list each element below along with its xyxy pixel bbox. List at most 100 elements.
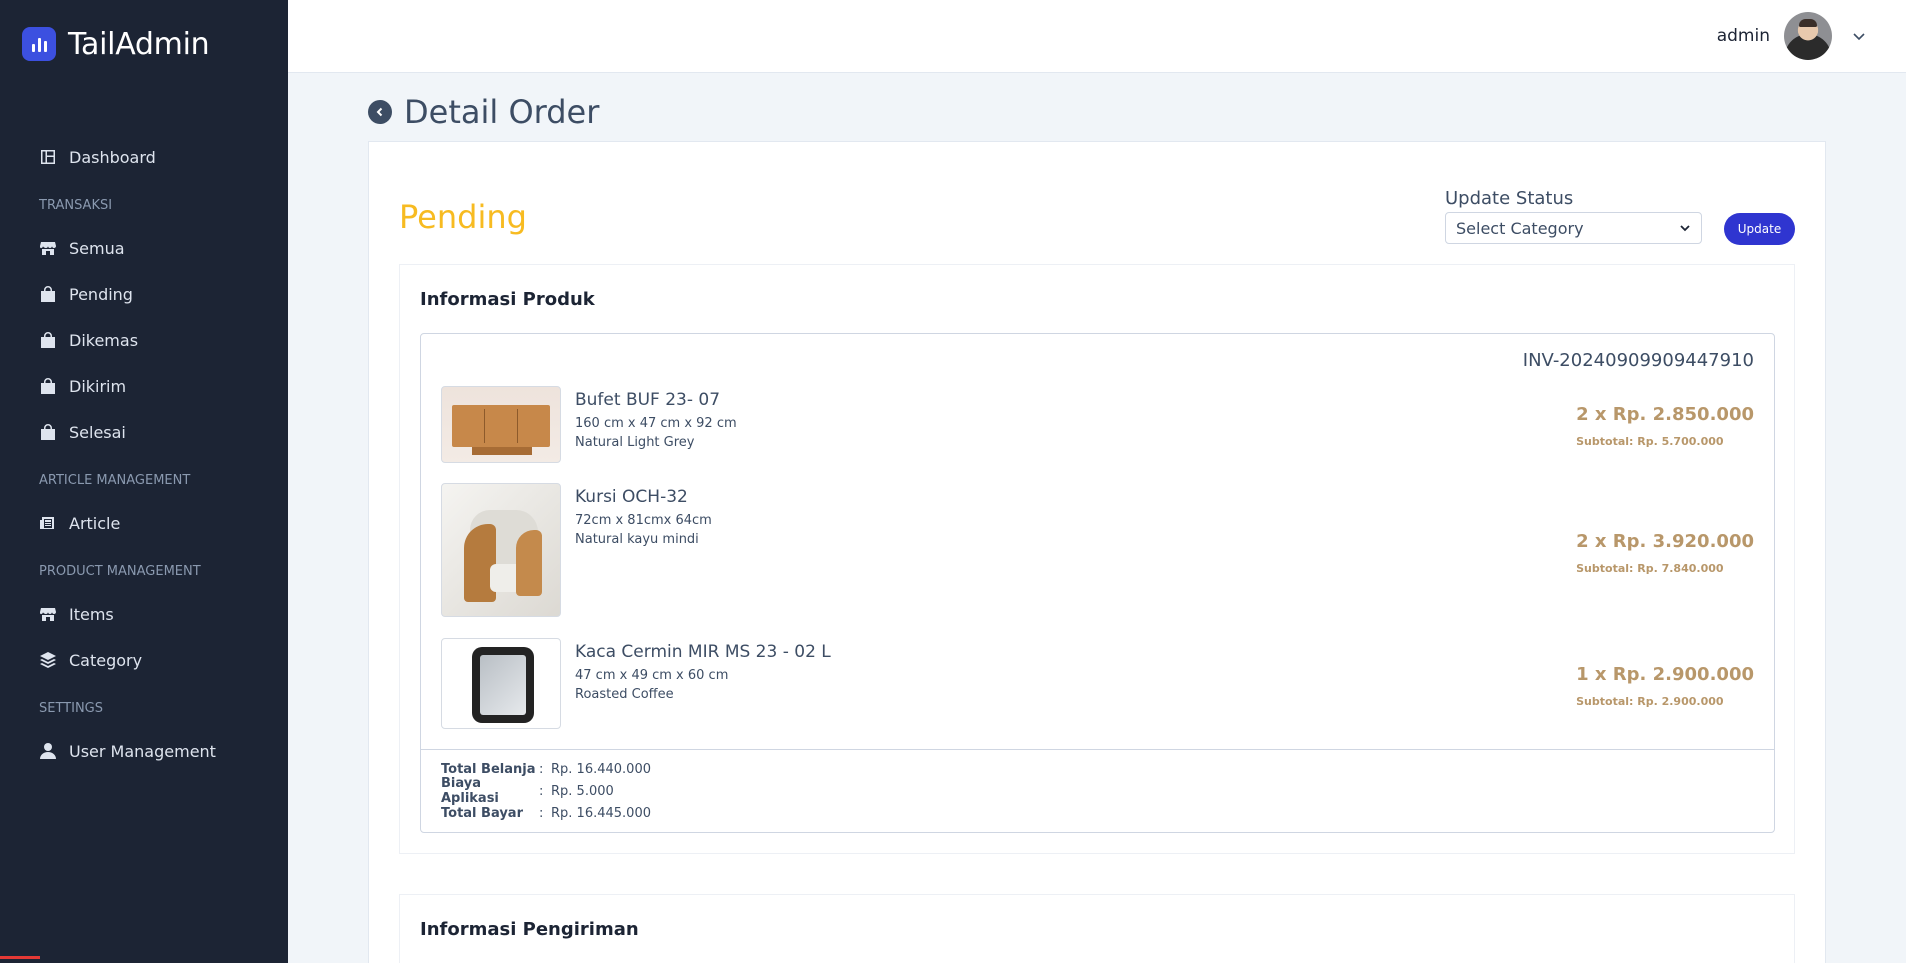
dashboard-icon <box>41 150 55 164</box>
product-image <box>441 483 561 617</box>
total-bayar-label: Total Bayar <box>441 805 523 821</box>
product-color: Natural kayu mindi <box>575 532 699 547</box>
shopping-bag-icon <box>41 332 55 348</box>
sidebar-item-label: Semua <box>69 238 125 258</box>
nav-group-settings: SETTINGS <box>39 701 104 716</box>
brand-name: TailAdmin <box>68 26 210 62</box>
product-info: Bufet BUF 23- 07 160 cm x 47 cm x 92 cm … <box>575 386 737 463</box>
order-totals: Total Belanja : Rp. 16.440.000 Biaya Apl… <box>441 758 651 824</box>
sidebar-item-label: Selesai <box>69 422 126 442</box>
chevron-left-icon <box>376 107 383 117</box>
shipping-info-section: Informasi Pengiriman <box>399 894 1795 963</box>
product-color: Roasted Coffee <box>575 687 674 702</box>
shopping-bag-icon <box>41 424 55 440</box>
biaya-aplikasi-label: Biaya Aplikasi <box>441 776 499 806</box>
product-color: Natural Light Grey <box>575 435 695 450</box>
sidebar-item-pending[interactable]: Pending <box>0 271 288 317</box>
sidebar-item-label: Dikirim <box>69 376 127 396</box>
sidebar-item-semua[interactable]: Semua <box>0 225 288 271</box>
shopping-bag-icon <box>41 378 55 394</box>
list-item: Bufet BUF 23- 07 160 cm x 47 cm x 92 cm … <box>441 386 737 463</box>
product-subtotal: Subtotal: Rp. 7.840.000 <box>1576 562 1724 575</box>
product-price: 2 x Rp. 3.920.000 Subtotal: Rp. 7.840.00… <box>1576 531 1754 575</box>
nav-group-product: PRODUCT MANAGEMENT <box>39 564 201 579</box>
total-belanja-label: Total Belanja <box>441 761 536 777</box>
product-info-section: Informasi Produk INV-20240909909447910 B… <box>399 264 1795 854</box>
separator: : <box>539 805 544 821</box>
nav-group-transaksi: TRANSAKSI <box>39 198 113 213</box>
update-status-label: Update Status <box>1445 188 1574 209</box>
divider <box>421 749 1774 750</box>
product-image <box>441 638 561 729</box>
top-header: admin <box>288 0 1906 73</box>
sidebar-item-article[interactable]: Article <box>0 500 288 546</box>
product-image <box>441 386 561 463</box>
product-subtotal: Subtotal: Rp. 2.900.000 <box>1576 695 1724 708</box>
user-icon <box>40 743 56 759</box>
status-select-value: Select Category <box>1456 218 1584 238</box>
order-status: Pending <box>399 198 527 236</box>
shopping-bag-icon <box>41 286 55 302</box>
store-icon <box>40 242 56 255</box>
sidebar-item-label: Pending <box>69 284 133 304</box>
sidebar-item-label: Dashboard <box>69 147 156 167</box>
order-items-box: INV-20240909909447910 Bufet BUF 23- 07 1… <box>420 333 1775 833</box>
store-icon <box>40 608 56 621</box>
brand[interactable]: TailAdmin <box>0 0 288 70</box>
product-name: Bufet BUF 23- 07 <box>575 390 721 410</box>
product-info: Kaca Cermin MIR MS 23 - 02 L 47 cm x 49 … <box>575 638 831 729</box>
sidebar-item-label: Dikemas <box>69 330 139 350</box>
product-qty-price: 2 x Rp. 2.850.000 <box>1576 404 1754 425</box>
page-header: Detail Order <box>368 93 599 131</box>
biaya-aplikasi-row: Biaya Aplikasi : Rp. 5.000 <box>441 776 651 806</box>
invoice-number: INV-20240909909447910 <box>1522 350 1754 371</box>
product-price: 1 x Rp. 2.900.000 Subtotal: Rp. 2.900.00… <box>1576 664 1754 708</box>
list-item: Kaca Cermin MIR MS 23 - 02 L 47 cm x 49 … <box>441 638 831 729</box>
sidebar-item-category[interactable]: Category <box>0 637 288 683</box>
product-qty-price: 1 x Rp. 2.900.000 <box>1576 664 1754 685</box>
user-name[interactable]: admin <box>1717 26 1770 46</box>
nav-group-article: ARTICLE MANAGEMENT <box>39 473 191 488</box>
section-title: Informasi Pengiriman <box>420 919 639 940</box>
sidebar-item-selesai[interactable]: Selesai <box>0 409 288 455</box>
product-info: Kursi OCH-32 72cm x 81cmx 64cm Natural k… <box>575 483 712 617</box>
sidebar-item-label: User Management <box>69 741 216 761</box>
status-select[interactable]: Select Category <box>1445 212 1702 244</box>
separator: : <box>539 761 544 777</box>
page-title: Detail Order <box>404 93 600 131</box>
layers-icon <box>40 652 56 668</box>
separator: : <box>539 783 544 799</box>
product-qty-price: 2 x Rp. 3.920.000 <box>1576 531 1754 552</box>
sidebar-item-label: Items <box>69 604 114 624</box>
order-card: Pending Update Status Select Category Up… <box>368 141 1826 963</box>
update-status-group: Update Status Select Category <box>1445 188 1702 244</box>
total-bayar-value: Rp. 16.445.000 <box>551 805 651 821</box>
section-title: Informasi Produk <box>420 289 595 310</box>
sidebar-item-items[interactable]: Items <box>0 591 288 637</box>
chevron-down-icon <box>1680 225 1690 232</box>
sidebar-nav: Dashboard TRANSAKSI Semua Pending Dikema… <box>0 134 288 774</box>
chevron-down-icon[interactable] <box>1852 29 1866 43</box>
product-price: 2 x Rp. 2.850.000 Subtotal: Rp. 5.700.00… <box>1576 404 1754 448</box>
product-name: Kaca Cermin MIR MS 23 - 02 L <box>575 642 831 662</box>
list-item: Kursi OCH-32 72cm x 81cmx 64cm Natural k… <box>441 483 712 617</box>
total-bayar-row: Total Bayar : Rp. 16.445.000 <box>441 802 651 824</box>
product-size: 47 cm x 49 cm x 60 cm <box>575 668 729 683</box>
bar-chart-logo-icon <box>22 27 56 61</box>
sidebar-item-label: Article <box>69 513 121 533</box>
sidebar: TailAdmin Dashboard TRANSAKSI Semua Pend… <box>0 0 288 963</box>
avatar[interactable] <box>1784 12 1832 60</box>
sidebar-item-dashboard[interactable]: Dashboard <box>0 134 288 180</box>
product-name: Kursi OCH-32 <box>575 487 688 507</box>
total-belanja-value: Rp. 16.440.000 <box>551 761 651 777</box>
newspaper-icon <box>40 517 54 529</box>
update-button[interactable]: Update <box>1724 213 1795 245</box>
sidebar-item-dikirim[interactable]: Dikirim <box>0 363 288 409</box>
back-button[interactable] <box>368 100 392 124</box>
biaya-aplikasi-value: Rp. 5.000 <box>551 783 614 799</box>
sidebar-item-label: Category <box>69 650 143 670</box>
main-content: Detail Order Pending Update Status Selec… <box>288 73 1906 963</box>
sidebar-item-dikemas[interactable]: Dikemas <box>0 317 288 363</box>
sidebar-accent-bar <box>0 956 40 959</box>
sidebar-item-user-management[interactable]: User Management <box>0 728 288 774</box>
